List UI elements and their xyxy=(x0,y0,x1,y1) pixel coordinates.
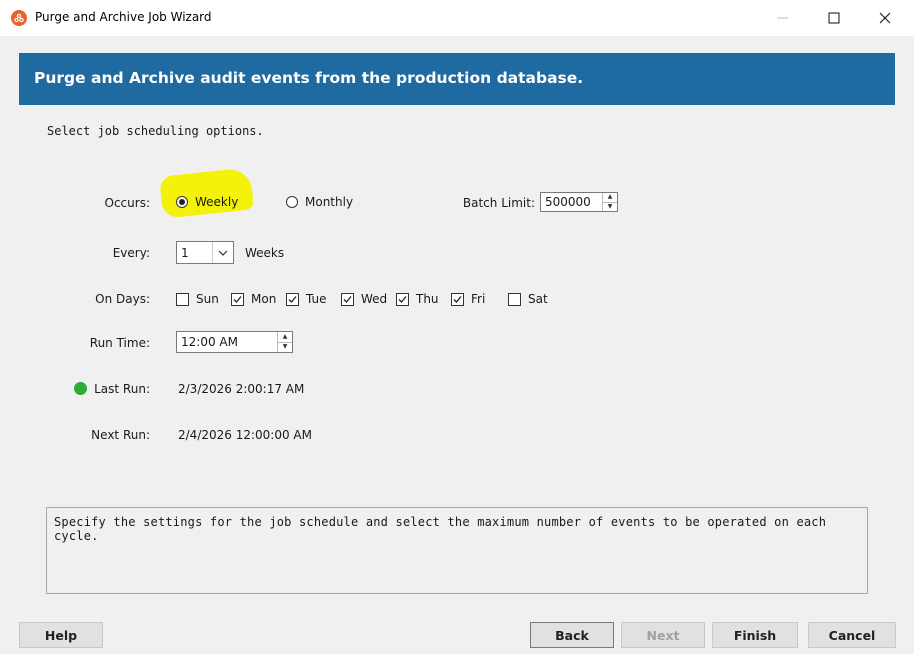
close-icon xyxy=(879,12,891,24)
on-days-label: On Days: xyxy=(95,292,150,306)
checkbox-sun-label: Sun xyxy=(196,292,219,306)
run-time-value[interactable]: 12:00 AM xyxy=(177,335,277,349)
instruction-text: Select job scheduling options. xyxy=(47,124,264,138)
wizard-header: Purge and Archive audit events from the … xyxy=(19,53,895,105)
last-run-value: 2/3/2026 2:00:17 AM xyxy=(178,382,305,396)
every-label: Every: xyxy=(112,246,150,260)
last-run-label: Last Run: xyxy=(94,382,150,396)
every-dropdown[interactable]: 1 xyxy=(176,241,234,264)
checkbox-fri[interactable]: Fri xyxy=(451,292,485,306)
description-panel: Specify the settings for the job schedul… xyxy=(46,507,868,594)
help-button[interactable]: Help xyxy=(19,622,103,648)
checkbox-wed-label: Wed xyxy=(361,292,388,306)
checkbox-sat[interactable]: Sat xyxy=(508,292,548,306)
checkbox-mon-box[interactable] xyxy=(231,292,244,306)
finish-button[interactable]: Finish xyxy=(712,622,798,648)
app-logo-icon xyxy=(11,10,27,26)
minimize-icon xyxy=(777,17,788,19)
check-icon xyxy=(288,295,297,303)
checkbox-sat-label: Sat xyxy=(528,292,548,306)
checkbox-mon-label: Mon xyxy=(251,292,277,306)
every-unit: Weeks xyxy=(245,246,285,260)
checkbox-wed[interactable]: Wed xyxy=(341,292,387,306)
cancel-button[interactable]: Cancel xyxy=(808,622,896,648)
checkbox-fri-box[interactable] xyxy=(451,292,464,306)
checkbox-wed-box[interactable] xyxy=(341,292,354,306)
run-time-arrows[interactable]: ▲ ▼ xyxy=(277,332,292,352)
run-time-spinner[interactable]: 12:00 AM ▲ ▼ xyxy=(176,331,293,353)
occurs-label: Occurs: xyxy=(104,196,150,210)
radio-monthly[interactable]: Monthly xyxy=(286,195,353,209)
check-icon xyxy=(398,295,407,303)
highlight-mark xyxy=(159,167,254,219)
radio-weekly[interactable]: Weekly xyxy=(176,195,238,209)
chevron-down-icon[interactable] xyxy=(212,242,233,263)
checkbox-sat-box[interactable] xyxy=(508,292,521,306)
checkbox-mon[interactable]: Mon xyxy=(231,292,276,306)
radio-monthly-dot[interactable] xyxy=(286,196,298,208)
check-icon xyxy=(343,295,352,303)
maximize-icon xyxy=(828,12,840,24)
check-icon xyxy=(233,295,242,303)
checkbox-tue-box[interactable] xyxy=(286,292,299,306)
next-run-value: 2/4/2026 12:00:00 AM xyxy=(178,428,312,442)
title-bar: Purge and Archive Job Wizard xyxy=(0,0,914,36)
radio-weekly-dot[interactable] xyxy=(176,196,188,208)
description-text: Specify the settings for the job schedul… xyxy=(54,515,827,543)
checkbox-tue-label: Tue xyxy=(306,292,327,306)
minimize-button[interactable] xyxy=(760,0,806,36)
spin-down-icon[interactable]: ▼ xyxy=(278,341,292,353)
spin-down-icon[interactable]: ▼ xyxy=(603,201,617,212)
every-value: 1 xyxy=(181,245,189,260)
batch-limit-arrows[interactable]: ▲ ▼ xyxy=(602,193,617,211)
checkbox-tue[interactable]: Tue xyxy=(286,292,327,306)
wizard-header-title: Purge and Archive audit events from the … xyxy=(34,69,584,87)
back-button[interactable]: Back xyxy=(530,622,614,648)
radio-monthly-label: Monthly xyxy=(305,195,354,209)
radio-weekly-label: Weekly xyxy=(195,195,239,209)
next-button[interactable]: Next xyxy=(621,622,705,648)
run-time-label: Run Time: xyxy=(89,336,150,350)
window-title: Purge and Archive Job Wizard xyxy=(35,10,212,24)
next-run-label: Next Run: xyxy=(91,428,150,442)
checkbox-fri-label: Fri xyxy=(471,292,486,306)
spin-up-icon[interactable]: ▲ xyxy=(278,332,292,342)
batch-limit-label: Batch Limit: xyxy=(462,196,535,210)
checkbox-thu-label: Thu xyxy=(416,292,439,306)
batch-limit-spinner[interactable]: 500000 ▲ ▼ xyxy=(540,192,618,212)
checkbox-sun-box[interactable] xyxy=(176,292,189,306)
checkbox-sun[interactable]: Sun xyxy=(176,292,219,306)
spin-up-icon[interactable]: ▲ xyxy=(603,193,617,202)
maximize-button[interactable] xyxy=(811,0,857,36)
close-button[interactable] xyxy=(862,0,908,36)
batch-limit-value[interactable]: 500000 xyxy=(541,195,602,209)
check-icon xyxy=(453,295,462,303)
checkbox-thu-box[interactable] xyxy=(396,292,409,306)
checkbox-thu[interactable]: Thu xyxy=(396,292,439,306)
